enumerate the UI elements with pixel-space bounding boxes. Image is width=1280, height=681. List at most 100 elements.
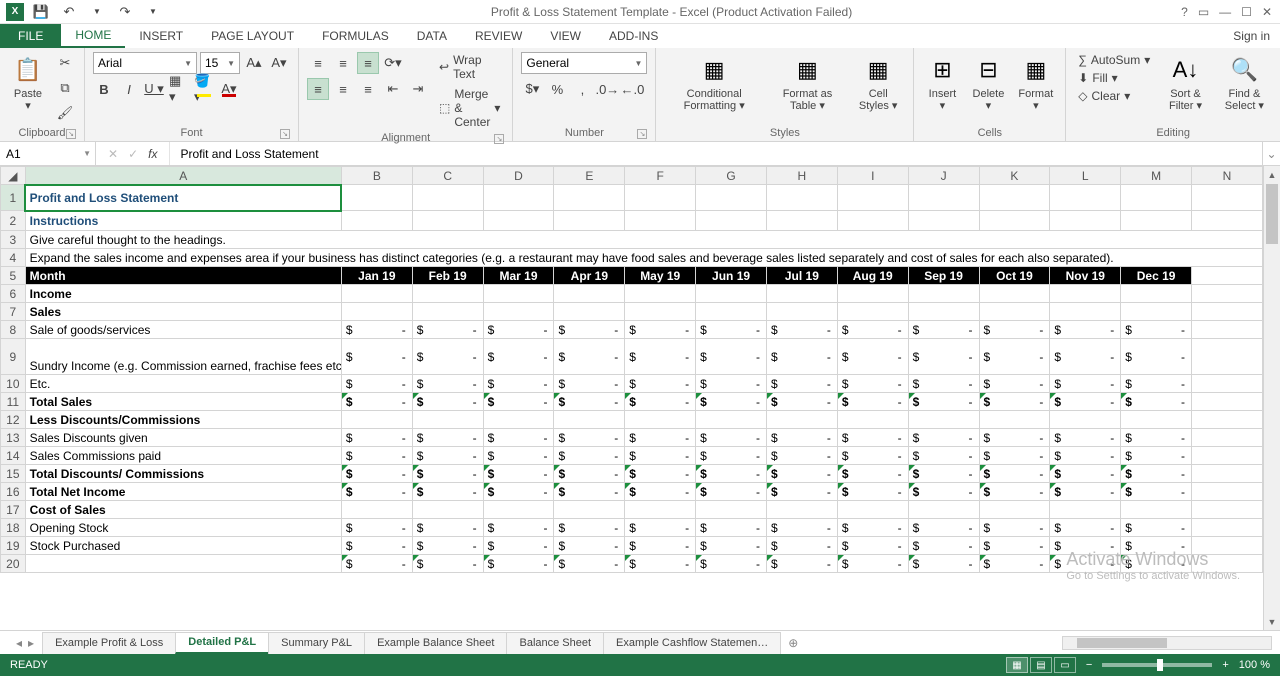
align-left-icon[interactable]: ≡	[307, 78, 329, 100]
sheet-tab-balance-sheet[interactable]: Balance Sheet	[506, 632, 604, 654]
row-header-14[interactable]: 14	[1, 447, 26, 465]
cell[interactable]: $-	[1121, 375, 1192, 393]
insert-cells-button[interactable]: ⊞Insert▾	[922, 52, 962, 114]
cell[interactable]: $-	[1121, 429, 1192, 447]
qat-customize-icon[interactable]: ▼	[142, 1, 164, 23]
format-painter-icon[interactable]: 🖌	[54, 102, 76, 124]
scroll-up-icon[interactable]: ▲	[1264, 166, 1280, 183]
cell[interactable]	[1050, 211, 1121, 231]
cell[interactable]: Total Discounts/ Commissions	[25, 465, 341, 483]
cell[interactable]: $-	[837, 519, 908, 537]
cell[interactable]: $-	[483, 393, 554, 411]
cell[interactable]: $-	[554, 321, 625, 339]
cell[interactable]: $-	[908, 375, 979, 393]
row-header-8[interactable]: 8	[1, 321, 26, 339]
sheet-tab-example-pl[interactable]: Example Profit & Loss	[42, 632, 176, 654]
cell[interactable]: $-	[341, 555, 412, 573]
tab-review[interactable]: REVIEW	[461, 24, 536, 48]
sheet-tab-detailed-pl[interactable]: Detailed P&L	[175, 632, 269, 654]
cell[interactable]	[1121, 303, 1192, 321]
border-button[interactable]: ▦ ▾	[168, 78, 190, 100]
cell[interactable]	[625, 285, 696, 303]
cell[interactable]	[1192, 393, 1263, 411]
cell[interactable]: $-	[837, 555, 908, 573]
cell[interactable]: $-	[696, 465, 767, 483]
cell[interactable]: Jul 19	[766, 267, 837, 285]
cell[interactable]	[1192, 185, 1263, 211]
cell[interactable]	[837, 411, 908, 429]
cell[interactable]: $-	[979, 339, 1050, 375]
cell[interactable]	[1192, 537, 1263, 555]
format-cells-button[interactable]: ▦Format▾	[1014, 52, 1057, 114]
horizontal-scrollbar[interactable]	[1062, 636, 1272, 650]
cell[interactable]: $-	[766, 339, 837, 375]
cell[interactable]: $-	[625, 555, 696, 573]
copy-icon[interactable]: ⧉	[54, 77, 76, 99]
cell[interactable]	[908, 411, 979, 429]
cell[interactable]	[1192, 339, 1263, 375]
cell[interactable]	[554, 303, 625, 321]
cell[interactable]: $-	[1121, 465, 1192, 483]
cell[interactable]: $-	[341, 483, 412, 501]
col-header-K[interactable]: K	[979, 167, 1050, 185]
cell[interactable]: $-	[837, 447, 908, 465]
cell[interactable]: $-	[554, 519, 625, 537]
cell[interactable]: $-	[766, 555, 837, 573]
tab-addins[interactable]: ADD-INS	[595, 24, 672, 48]
cell[interactable]: $-	[837, 465, 908, 483]
cell[interactable]: $-	[1121, 447, 1192, 465]
cell[interactable]: Jan 19	[341, 267, 412, 285]
cell[interactable]: Sales Discounts given	[25, 429, 341, 447]
orientation-icon[interactable]: ⟳▾	[382, 52, 404, 74]
tab-formulas[interactable]: FORMULAS	[308, 24, 403, 48]
cell[interactable]: $-	[412, 339, 483, 375]
cell[interactable]	[1192, 555, 1263, 573]
clipboard-launcher-icon[interactable]: ↘	[66, 129, 76, 139]
cell[interactable]: $-	[341, 429, 412, 447]
cell[interactable]: Nov 19	[1050, 267, 1121, 285]
cell[interactable]: $-	[625, 339, 696, 375]
cell[interactable]: $-	[979, 519, 1050, 537]
cell[interactable]	[341, 303, 412, 321]
cell[interactable]	[837, 501, 908, 519]
cell[interactable]: $-	[837, 375, 908, 393]
cell[interactable]	[625, 411, 696, 429]
percent-format-icon[interactable]: %	[546, 78, 568, 100]
cell[interactable]	[908, 211, 979, 231]
cell[interactable]	[554, 285, 625, 303]
cell[interactable]: Stock Purchased	[25, 537, 341, 555]
cell[interactable]: $-	[341, 465, 412, 483]
row-header-4[interactable]: 4	[1, 249, 26, 267]
cell[interactable]: $-	[554, 465, 625, 483]
alignment-launcher-icon[interactable]: ↘	[494, 134, 504, 144]
cell[interactable]	[766, 211, 837, 231]
cell[interactable]: Give careful thought to the headings.	[25, 231, 1262, 249]
minimize-icon[interactable]: —	[1219, 5, 1231, 19]
undo-icon[interactable]: ↶	[58, 1, 80, 23]
cell[interactable]	[979, 285, 1050, 303]
cell[interactable]	[766, 285, 837, 303]
col-header-G[interactable]: G	[696, 167, 767, 185]
cell[interactable]	[1121, 501, 1192, 519]
align-right-icon[interactable]: ≡	[357, 78, 379, 100]
vertical-scrollbar[interactable]: ▲ ▼	[1263, 166, 1280, 630]
cell[interactable]: Total Sales	[25, 393, 341, 411]
cell[interactable]	[1121, 211, 1192, 231]
cell[interactable]: $-	[979, 537, 1050, 555]
cell[interactable]	[837, 211, 908, 231]
cell[interactable]: $-	[908, 537, 979, 555]
cell[interactable]: $-	[341, 519, 412, 537]
cell[interactable]: Sale of goods/services	[25, 321, 341, 339]
row-header-15[interactable]: 15	[1, 465, 26, 483]
cell[interactable]: Dec 19	[1121, 267, 1192, 285]
save-icon[interactable]: 💾	[30, 1, 52, 23]
close-icon[interactable]: ✕	[1262, 5, 1272, 19]
italic-button[interactable]: I	[118, 78, 140, 100]
sheet-tab-example-bs[interactable]: Example Balance Sheet	[364, 632, 507, 654]
cell[interactable]: $-	[625, 321, 696, 339]
cell[interactable]: $-	[1050, 375, 1121, 393]
cell[interactable]: $-	[412, 429, 483, 447]
cell[interactable]	[412, 185, 483, 211]
cell[interactable]: $-	[696, 429, 767, 447]
cell[interactable]	[341, 185, 412, 211]
